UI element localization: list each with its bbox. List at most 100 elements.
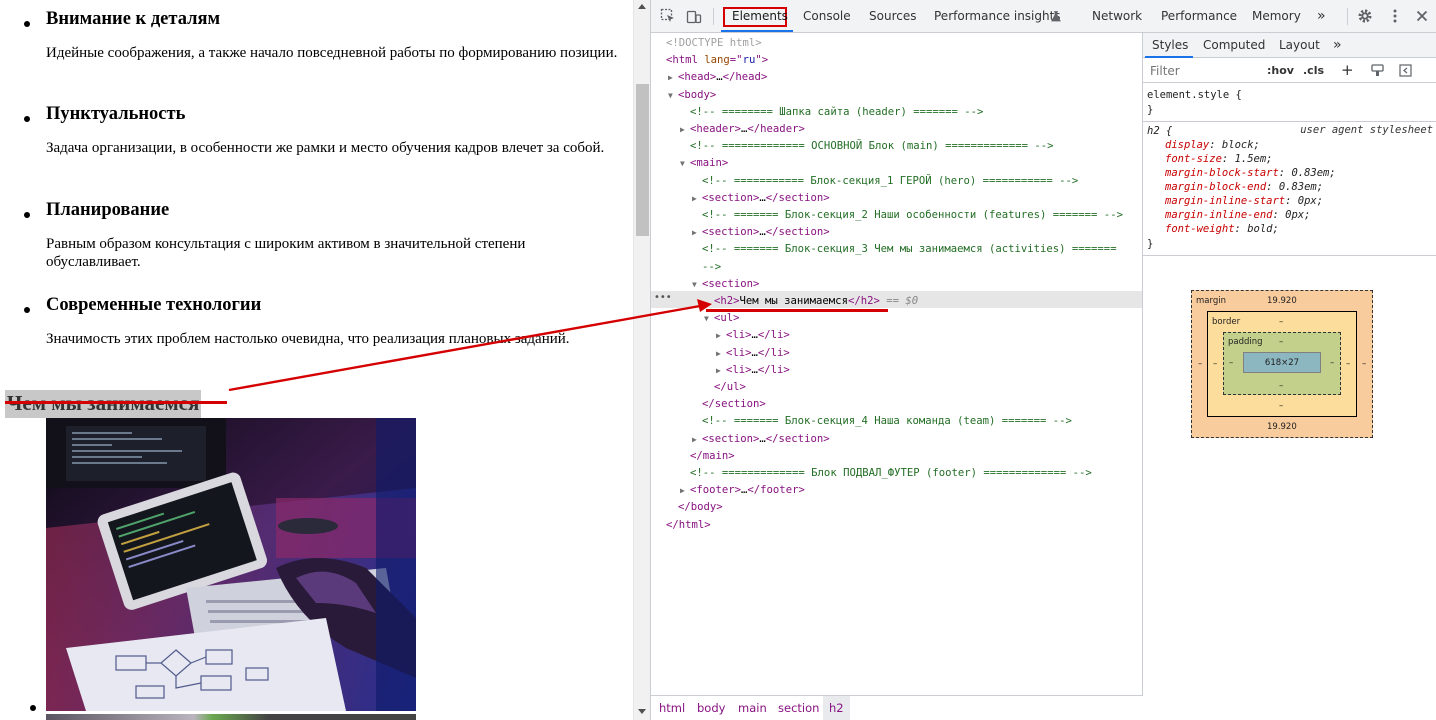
toggle-sidebar-icon[interactable] <box>1399 64 1412 77</box>
tab-elements[interactable]: Elements <box>732 0 788 33</box>
css-value[interactable]: 0px; <box>1298 195 1323 207</box>
expand-arrow-icon[interactable]: ▶ <box>668 69 678 86</box>
expand-arrow-icon[interactable]: ▶ <box>692 190 702 207</box>
dom-node-line[interactable]: ▶ <li>…</li> <box>651 362 1142 379</box>
dom-node-line[interactable]: ▶ <section>…</section> <box>651 431 1142 448</box>
margin-top-value[interactable]: 19.920 <box>1267 296 1297 306</box>
dom-node-line[interactable]: </main> <box>651 448 1142 465</box>
css-value[interactable]: 0.83em; <box>1291 167 1335 179</box>
collapse-arrow-icon[interactable]: ▼ <box>668 87 678 104</box>
margin-bottom-value[interactable]: 19.920 <box>1267 422 1297 432</box>
css-property[interactable]: margin-block-end <box>1165 181 1266 193</box>
dom-node-line[interactable]: <!-- ======= Блок-секция_4 Наша команда … <box>651 413 1142 430</box>
css-declaration[interactable]: margin-inline-end: 0px; <box>1165 208 1310 222</box>
tab-console[interactable]: Console <box>803 0 851 33</box>
dom-node-line[interactable]: <!-- ======= Блок-секция_2 Наши особенно… <box>651 207 1142 224</box>
css-declaration[interactable]: font-size: 1.5em; <box>1165 152 1273 166</box>
dom-node-line[interactable]: ▶ <li>…</li> <box>651 345 1142 362</box>
dom-node-line[interactable]: ▶ <li>…</li> <box>651 327 1142 344</box>
css-value[interactable]: bold; <box>1247 223 1279 235</box>
tab-layout[interactable]: Layout <box>1279 33 1320 58</box>
expand-arrow-icon[interactable]: ▶ <box>716 362 726 379</box>
dom-node-line[interactable]: ▼ <ul> <box>651 310 1142 327</box>
margin-left-value[interactable]: – <box>1198 359 1202 369</box>
expand-arrow-icon[interactable]: ▶ <box>716 345 726 362</box>
padding-top-value[interactable]: – <box>1279 337 1283 347</box>
expand-arrow-icon[interactable]: ▶ <box>692 224 702 241</box>
activities-heading[interactable]: Чем мы занимаемся <box>5 390 202 419</box>
css-value[interactable]: 1.5em; <box>1235 153 1273 165</box>
css-declaration[interactable]: font-weight: bold; <box>1165 222 1279 236</box>
dom-node-line[interactable]: <h2>Чем мы занимаемся</h2> == $0 <box>651 293 1142 310</box>
kebab-menu-icon[interactable] <box>1387 8 1403 24</box>
expand-arrow-icon[interactable]: ▶ <box>692 431 702 448</box>
css-declaration[interactable]: margin-inline-start: 0px; <box>1165 194 1323 208</box>
element-style-selector[interactable]: element.style { <box>1147 88 1242 102</box>
border-left-value[interactable]: – <box>1213 359 1217 369</box>
close-icon[interactable] <box>1414 8 1430 24</box>
gear-icon[interactable] <box>1357 8 1373 24</box>
border-right-value[interactable]: – <box>1346 359 1350 369</box>
collapse-arrow-icon[interactable]: ▼ <box>692 276 702 293</box>
tab-computed[interactable]: Computed <box>1203 33 1265 58</box>
page-scrollbar[interactable] <box>633 0 650 720</box>
expand-arrow-icon[interactable]: ▶ <box>680 482 690 499</box>
css-property[interactable]: margin-inline-start <box>1165 195 1285 207</box>
new-rule-plus-icon[interactable]: + <box>1341 58 1354 83</box>
dom-node-line[interactable]: <!-- ======== Шапка сайта (header) =====… <box>651 104 1142 121</box>
dom-node-line[interactable]: ▼ <section> <box>651 276 1142 293</box>
inspect-element-icon[interactable] <box>660 8 676 24</box>
css-property[interactable]: display <box>1165 139 1209 151</box>
tab-styles[interactable]: Styles <box>1152 33 1188 58</box>
tab-performance[interactable]: Performance <box>1161 0 1237 33</box>
breadcrumb-main[interactable]: main <box>732 696 773 720</box>
expand-arrow-icon[interactable]: ▶ <box>680 121 690 138</box>
hover-state-toggle[interactable]: :hov <box>1267 58 1294 83</box>
content-size[interactable]: 618×27 <box>1244 358 1320 368</box>
css-value[interactable]: 0px; <box>1285 209 1310 221</box>
scroll-thumb[interactable] <box>636 84 649 236</box>
padding-left-value[interactable]: – <box>1229 358 1233 368</box>
scroll-up-arrow-icon[interactable] <box>638 4 646 9</box>
breadcrumb-section[interactable]: section <box>772 696 825 720</box>
css-property[interactable]: font-weight <box>1165 223 1235 235</box>
class-toggle[interactable]: .cls <box>1303 58 1324 83</box>
css-property[interactable]: margin-inline-end <box>1165 209 1272 221</box>
tab-memory[interactable]: Memory <box>1252 0 1301 33</box>
rule-selector[interactable]: h2 { <box>1147 124 1172 138</box>
dom-node-line[interactable]: </section> <box>651 396 1142 413</box>
css-property[interactable]: margin-block-start <box>1165 167 1279 179</box>
dom-node-line[interactable]: ▶ <footer>…</footer> <box>651 482 1142 499</box>
dom-node-line[interactable]: <!-- ============= Блок ПОДВАЛ_ФУТЕР (fo… <box>651 465 1142 482</box>
padding-right-value[interactable]: – <box>1330 358 1334 368</box>
dom-node-line[interactable]: </ul> <box>651 379 1142 396</box>
css-declaration[interactable]: margin-block-start: 0.83em; <box>1165 166 1336 180</box>
css-declaration[interactable]: display: block; <box>1165 138 1260 152</box>
margin-right-value[interactable]: – <box>1362 359 1366 369</box>
dom-node-line[interactable]: <!-- ======= Блок-секция_3 Чем мы занима… <box>651 241 1142 258</box>
dom-node-line[interactable]: <!DOCTYPE html> <box>651 35 1142 52</box>
expand-arrow-icon[interactable]: ▶ <box>716 327 726 344</box>
border-bottom-value[interactable]: – <box>1279 401 1283 411</box>
dom-node-line[interactable]: </body> <box>651 499 1142 516</box>
scroll-down-arrow-icon[interactable] <box>638 709 646 714</box>
border-top-value[interactable]: – <box>1279 317 1283 327</box>
dom-node-line[interactable]: --> <box>651 259 1142 276</box>
dom-node-line[interactable]: <!-- =========== Блок-секция_1 ГЕРОЙ (he… <box>651 173 1142 190</box>
styles-filter-input[interactable] <box>1147 61 1257 80</box>
dom-node-line[interactable]: </html> <box>651 517 1142 534</box>
css-value[interactable]: 0.83em; <box>1279 181 1323 193</box>
breadcrumb-h2[interactable]: h2 <box>823 696 850 720</box>
dom-node-line[interactable]: <!-- ============= ОСНОВНОЙ Блок (main) … <box>651 138 1142 155</box>
breadcrumb-html[interactable]: html <box>653 696 691 720</box>
css-value[interactable]: block; <box>1222 139 1260 151</box>
dom-node-line[interactable]: <html lang="ru"> <box>651 52 1142 69</box>
tab-performance-insights[interactable]: Performance insights <box>934 0 1061 33</box>
device-toolbar-icon[interactable] <box>686 8 702 24</box>
tab-network[interactable]: Network <box>1092 0 1142 33</box>
paint-brush-icon[interactable] <box>1371 64 1384 77</box>
dom-node-line[interactable]: ▼ <main> <box>651 155 1142 172</box>
css-property[interactable]: font-size <box>1165 153 1222 165</box>
dom-node-line[interactable]: ▶ <section>…</section> <box>651 190 1142 207</box>
breadcrumb-body[interactable]: body <box>691 696 731 720</box>
